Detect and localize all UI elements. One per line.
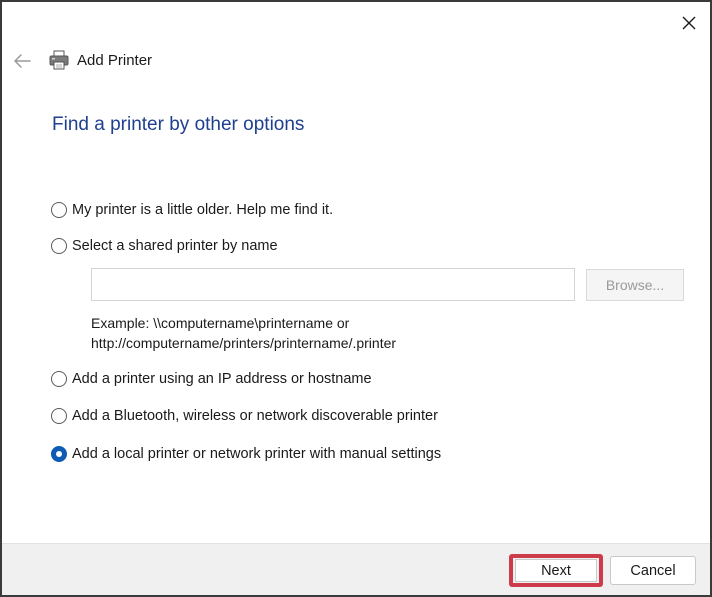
shared-printer-name-input[interactable] [91, 268, 575, 301]
radio-button[interactable] [51, 202, 67, 218]
option-bluetooth-wireless[interactable]: Add a Bluetooth, wireless or network dis… [51, 408, 438, 424]
example-text: Example: \\computername\printername or h… [91, 313, 396, 353]
page-heading: Find a printer by other options [52, 114, 305, 135]
back-button[interactable] [10, 49, 34, 73]
example-line-2: http://computername/printers/printername… [91, 335, 397, 351]
option-shared-printer[interactable]: Select a shared printer by name [51, 238, 278, 254]
option-older-printer[interactable]: My printer is a little older. Help me fi… [51, 202, 333, 218]
radio-button[interactable] [51, 408, 67, 424]
option-label: Select a shared printer by name [72, 238, 278, 254]
printer-icon [49, 50, 69, 70]
cancel-button[interactable]: Cancel [610, 556, 696, 585]
option-local-printer[interactable]: Add a local printer or network printer w… [51, 446, 441, 462]
close-icon [682, 16, 696, 30]
radio-button[interactable] [51, 238, 67, 254]
window-title: Add Printer [77, 52, 153, 69]
example-line-1: Example: \\computername\printername or [91, 315, 350, 331]
close-button[interactable] [676, 10, 702, 36]
back-arrow-icon [14, 54, 31, 68]
option-ip-address[interactable]: Add a printer using an IP address or hos… [51, 371, 372, 387]
option-label: My printer is a little older. Help me fi… [72, 202, 334, 218]
dialog-footer: Next Cancel [2, 543, 710, 595]
browse-button[interactable]: Browse... [586, 269, 684, 301]
next-button[interactable]: Next [515, 559, 597, 582]
radio-button[interactable] [51, 371, 67, 387]
add-printer-dialog: Add Printer Find a printer by other opti… [0, 0, 712, 597]
radio-button-selected[interactable] [51, 446, 67, 462]
option-label: Add a Bluetooth, wireless or network dis… [72, 408, 438, 424]
option-label: Add a local printer or network printer w… [72, 446, 442, 462]
option-label: Add a printer using an IP address or hos… [72, 371, 372, 387]
